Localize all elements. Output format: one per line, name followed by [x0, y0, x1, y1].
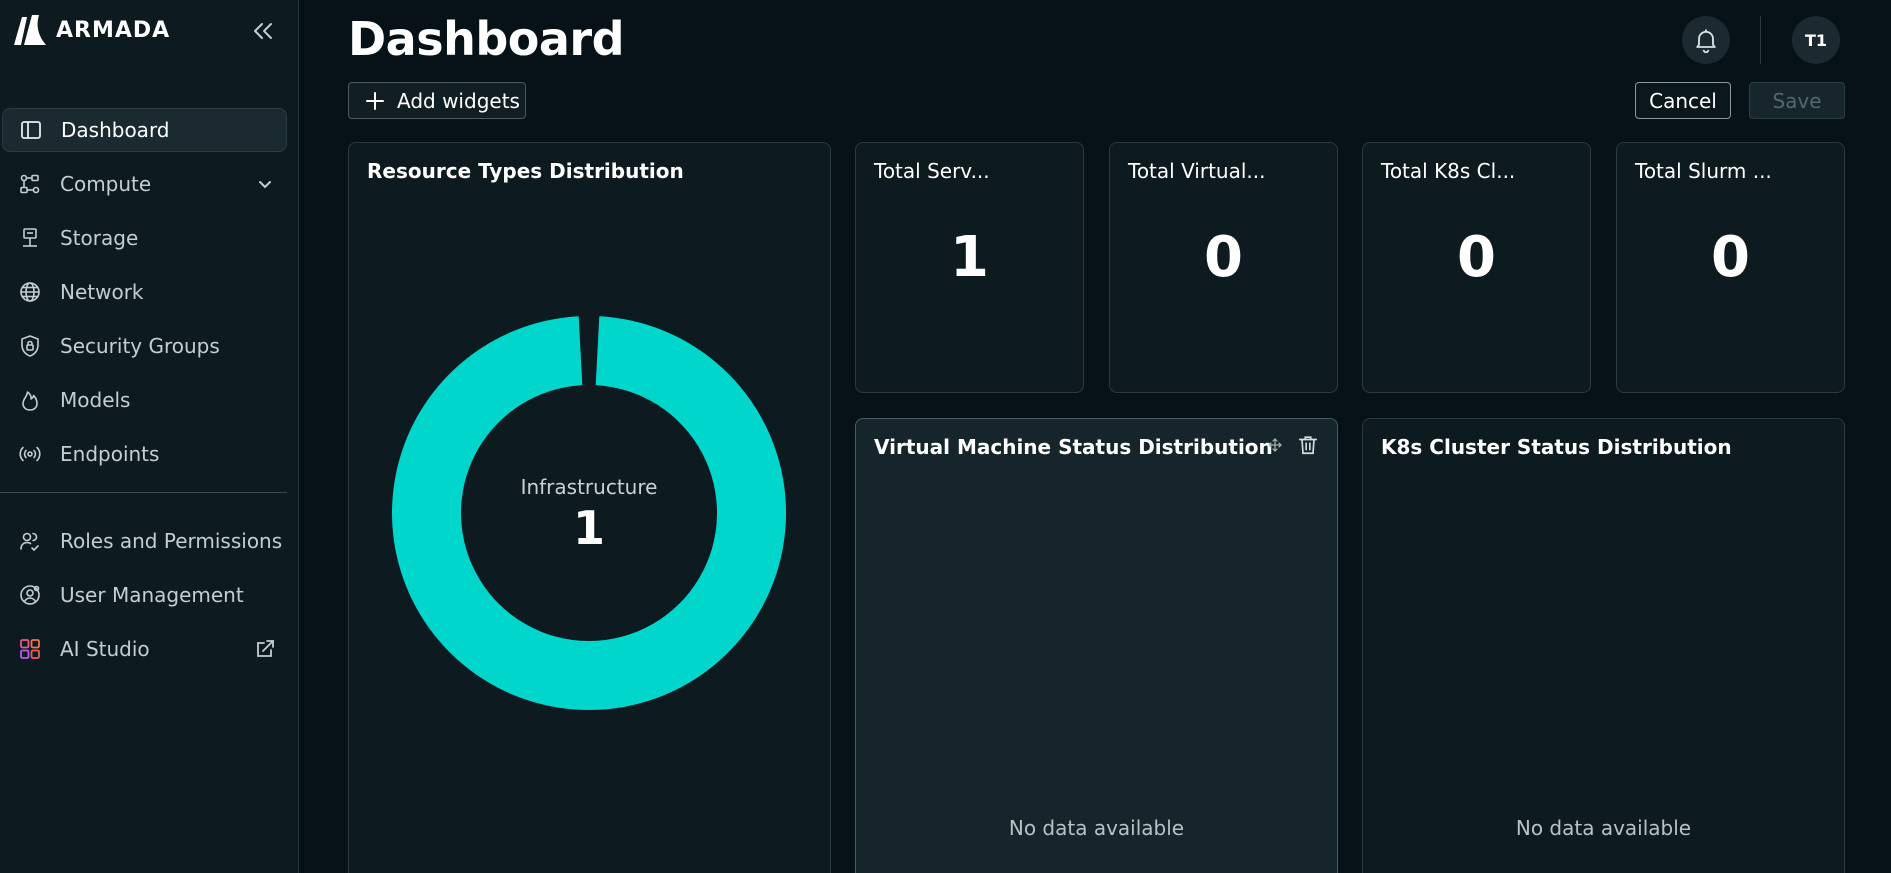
header-separator [1760, 16, 1761, 64]
sidebar-nav: Dashboard Compute Storage Network Securi… [0, 108, 299, 681]
stat-title: Total Slurm ... [1635, 159, 1772, 183]
sidebar-item-user-management[interactable]: User Management [2, 573, 287, 617]
add-widgets-label: Add widgets [397, 88, 520, 113]
vm-status-widget[interactable]: Virtual Machine Status Distribution No d… [855, 418, 1338, 873]
sidebar-item-compute[interactable]: Compute [2, 162, 287, 206]
layout-icon [17, 116, 45, 144]
widget-title: K8s Cluster Status Distribution [1381, 435, 1732, 459]
k8s-status-widget[interactable]: K8s Cluster Status Distribution No data … [1362, 418, 1845, 873]
stat-card-total-slurm-clusters[interactable]: Total Slurm ... 0 [1616, 142, 1845, 393]
sidebar-item-label: Endpoints [60, 442, 160, 466]
sidebar-item-label: Models [60, 388, 131, 412]
trash-icon[interactable] [1297, 433, 1319, 457]
sidebar-item-label: User Management [60, 583, 244, 607]
cancel-button[interactable]: Cancel [1635, 82, 1731, 119]
sidebar-item-dashboard[interactable]: Dashboard [2, 108, 287, 152]
widget-title: Resource Types Distribution [367, 159, 684, 183]
stat-value: 0 [1711, 225, 1750, 290]
users-icon [16, 527, 44, 555]
sidebar-item-label: Roles and Permissions [60, 529, 283, 553]
widget-title: Virtual Machine Status Distribution [874, 435, 1273, 459]
stat-value: 1 [950, 225, 989, 290]
sidebar-item-storage[interactable]: Storage [2, 216, 287, 260]
sidebar: ARMADA Dashboard Compute Storage Network… [0, 0, 299, 873]
donut-center-label: Infrastructure [520, 475, 658, 499]
sidebar-item-label: AI Studio [60, 637, 150, 661]
shield-lock-icon [16, 332, 44, 360]
external-link-icon [257, 640, 274, 657]
armada-logo-icon [14, 15, 46, 45]
sidebar-item-network[interactable]: Network [2, 270, 287, 314]
page-title: Dashboard [348, 12, 625, 66]
donut-chart: Infrastructure 1 [389, 313, 789, 713]
widget-tools [1267, 433, 1319, 457]
brand-name: ARMADA [56, 17, 171, 43]
bell-icon [1696, 29, 1716, 54]
sidebar-item-security-groups[interactable]: Security Groups [2, 324, 287, 368]
sidebar-item-label: Storage [60, 226, 139, 250]
empty-state-text: No data available [1515, 816, 1692, 840]
stat-card-total-virtual-machines[interactable]: Total Virtual... 0 [1109, 142, 1338, 393]
sidebar-item-label: Dashboard [61, 118, 170, 142]
brand-logo[interactable]: ARMADA [12, 12, 170, 48]
sidebar-item-label: Security Groups [60, 334, 220, 358]
sidebar-item-label: Network [60, 280, 144, 304]
resource-types-widget[interactable]: Resource Types Distribution Infrastructu… [348, 142, 831, 873]
ai-studio-icon [16, 635, 44, 663]
empty-state-text: No data available [1008, 816, 1185, 840]
add-widgets-button[interactable]: Add widgets [348, 82, 526, 119]
user-avatar[interactable]: T1 [1792, 16, 1840, 64]
sidebar-item-endpoints[interactable]: Endpoints [2, 432, 287, 476]
sidebar-item-roles-and-permissions[interactable]: Roles and Permissions [2, 519, 287, 563]
chevron-down-icon[interactable] [253, 172, 277, 196]
sidebar-item-ai-studio[interactable]: AI Studio [2, 627, 287, 671]
stat-card-total-servers[interactable]: Total Serv... 1 [855, 142, 1084, 393]
plus-icon [366, 91, 384, 110]
globe-icon [16, 278, 44, 306]
stat-title: Total K8s Cl... [1381, 159, 1516, 183]
save-button[interactable]: Save [1749, 82, 1845, 119]
stat-value: 0 [1204, 225, 1243, 290]
compute-icon [16, 170, 44, 198]
collapse-sidebar-button[interactable] [248, 16, 278, 46]
flame-icon [16, 386, 44, 414]
notifications-button[interactable] [1682, 16, 1730, 64]
stat-card-total-k8s-clusters[interactable]: Total K8s Cl... 0 [1362, 142, 1591, 393]
sidebar-item-models[interactable]: Models [2, 378, 287, 422]
stat-title: Total Virtual... [1128, 159, 1266, 183]
user-settings-icon [16, 581, 44, 609]
sidebar-item-label: Compute [60, 172, 152, 196]
broadcast-icon [16, 440, 44, 468]
sidebar-divider [0, 492, 287, 493]
storage-icon [16, 224, 44, 252]
stat-title: Total Serv... [874, 159, 990, 183]
drag-handle-icon[interactable] [1267, 437, 1283, 453]
double-chevron-left-icon [254, 23, 272, 39]
donut-center-value: 1 [572, 501, 605, 555]
stat-value: 0 [1457, 225, 1496, 290]
